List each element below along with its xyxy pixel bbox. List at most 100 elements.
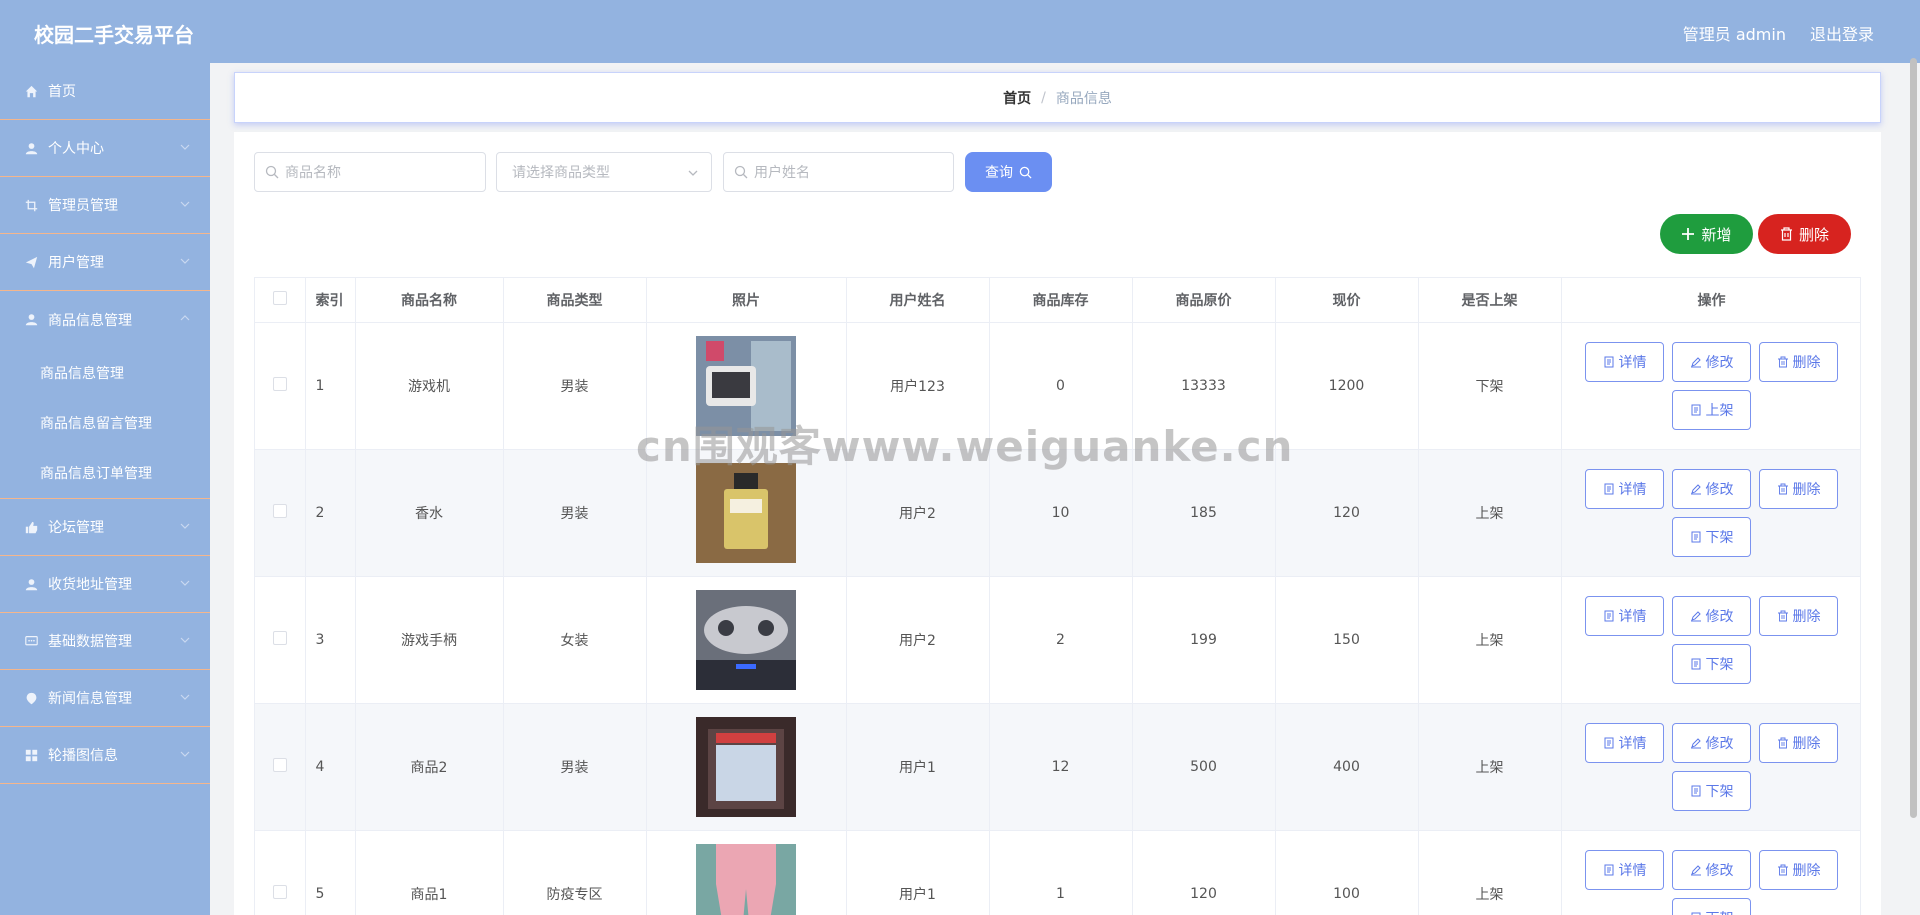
edit-icon [1690,864,1701,875]
operations-cell: 详情 修改 删除下架 [1561,576,1860,704]
goods-type-select[interactable]: 请选择商品类型 [496,152,712,192]
stock-cell: 2 [989,576,1133,704]
detail-label: 详情 [1618,354,1647,371]
detail-label: 详情 [1618,481,1647,498]
row-select-cell [255,830,306,915]
goods-name-cell: 游戏手柄 [355,576,504,704]
logout-link[interactable]: 退出登录 [1810,21,1874,45]
detail-button[interactable]: 详情 [1585,595,1664,636]
admin-label[interactable]: 管理员 admin [1683,21,1786,45]
edit-button[interactable]: 修改 [1672,849,1751,890]
sidebar-item-carousel[interactable]: 轮播图信息 [0,727,210,784]
table-row[interactable]: 3 游戏手柄 女装 用户2 2 199 150 上架 详情 修改 删除 下架 [255,576,1860,704]
sidebar-subitem-goods-comments[interactable]: 商品信息留言管理 [0,398,210,448]
edit-button[interactable]: 修改 [1672,341,1751,382]
goods-name-cell: 香水 [355,449,504,577]
select-all-cell [255,278,306,323]
detail-button[interactable]: 详情 [1585,468,1664,509]
product-photo [696,843,796,915]
sidebar-item-label: 基础数据管理 [48,634,132,650]
sidebar-item-home[interactable]: 首页 [0,63,210,120]
page-scrollbar[interactable] [1910,58,1917,818]
edit-button[interactable]: 修改 [1672,468,1751,509]
sidebar-item-base-data-management[interactable]: 基础数据管理 [0,613,210,670]
sidebar-item-news-management[interactable]: 新闻信息管理 [0,670,210,727]
batch-delete-button[interactable]: 删除 [1758,214,1851,254]
shelf-toggle-button[interactable]: 下架 [1672,897,1751,915]
delete-button[interactable]: 删除 [1759,595,1838,636]
trash-icon [1777,737,1788,748]
delete-button[interactable]: 删除 [1759,849,1838,890]
sidebar-item-goods-management[interactable]: 商品信息管理 [0,291,210,348]
product-photo [696,589,796,690]
delete-button[interactable]: 删除 [1759,341,1838,382]
goods-name-search-input[interactable]: 商品名称 [254,152,486,192]
original-price-cell: 500 [1132,703,1276,831]
row-checkbox[interactable] [272,503,287,518]
price-cell: 100 [1275,830,1419,915]
send-icon [24,255,38,269]
table-body: 1 游戏机 男装 用户123 0 13333 1200 下架 详情 修改 删除 上架 2 香水 男装 用户2 1… [255,322,1860,915]
breadcrumb-home[interactable]: 首页 [1003,88,1031,108]
row-select-cell [255,576,306,704]
goods-type-cell: 男装 [503,703,647,831]
location-icon [24,691,38,705]
document-icon [1691,531,1700,542]
add-button[interactable]: 新增 [1660,214,1753,254]
edit-button[interactable]: 修改 [1672,595,1751,636]
delete-label: 删除 [1792,354,1821,371]
breadcrumb-separator: / [1041,89,1046,106]
trash-icon [1777,864,1788,875]
search-icon [265,165,279,179]
detail-label: 详情 [1618,735,1647,752]
trash-icon [1777,483,1788,494]
user-name-cell: 用户1 [846,830,990,915]
shelf-toggle-label: 上架 [1705,402,1734,419]
edit-label: 修改 [1705,862,1734,879]
sidebar-item-address-management[interactable]: 收货地址管理 [0,556,210,613]
sidebar-subitem-goods-info[interactable]: 商品信息管理 [0,348,210,398]
sidebar-item-personal-center[interactable]: 个人中心 [0,120,210,177]
document-icon [1604,483,1613,494]
sidebar-item-admin-management[interactable]: 管理员管理 [0,177,210,234]
on-shelf-cell: 上架 [1418,703,1562,831]
query-button[interactable]: 查询 [965,152,1052,192]
row-checkbox[interactable] [272,630,287,645]
shelf-toggle-button[interactable]: 下架 [1672,643,1751,684]
detail-button[interactable]: 详情 [1585,722,1664,763]
photo-cell [646,576,847,704]
table-row[interactable]: 5商品1防疫专区 用户11120100上架 详情 修改 删除下架 [255,830,1860,915]
shelf-toggle-button[interactable]: 上架 [1672,389,1751,430]
shelf-toggle-button[interactable]: 下架 [1672,770,1751,811]
row-actions: 详情 修改 删除下架 [1582,722,1842,811]
goods-type-cell: 防疫专区 [503,830,647,915]
user-name-search-input[interactable]: 用户姓名 [723,152,954,192]
sidebar-item-forum-management[interactable]: 论坛管理 [0,499,210,556]
detail-label: 详情 [1618,608,1647,625]
sidebar-item-label: 个人中心 [48,141,104,157]
sidebar-item-label: 管理员管理 [48,198,118,214]
sidebar-item-user-management[interactable]: 用户管理 [0,234,210,291]
detail-button[interactable]: 详情 [1585,849,1664,890]
watermark: cn围观客www.weiguanke.cn [636,422,1294,471]
edit-button[interactable]: 修改 [1672,722,1751,763]
operations-cell: 详情 修改 删除上架 [1561,322,1860,450]
row-checkbox[interactable] [272,757,287,772]
delete-button[interactable]: 删除 [1759,468,1838,509]
shelf-toggle-button[interactable]: 下架 [1672,516,1751,557]
row-checkbox[interactable] [272,884,287,899]
detail-button[interactable]: 详情 [1585,341,1664,382]
sidebar-item-label: 首页 [48,84,76,100]
product-photo [696,716,796,817]
sidebar-subitem-goods-orders[interactable]: 商品信息订单管理 [0,448,210,498]
delete-label: 删除 [1792,735,1821,752]
row-checkbox[interactable] [272,376,287,391]
document-icon [1604,610,1613,621]
delete-button[interactable]: 删除 [1759,722,1838,763]
table-row[interactable]: 4 商品2 男装 用户1 12 500 400 上架 详情 修改 删除 下架 [255,703,1860,831]
shelf-toggle-label: 下架 [1705,529,1734,546]
select-all-checkbox[interactable] [272,290,287,305]
chevron-down-icon [180,751,190,757]
goods-name-placeholder: 商品名称 [285,165,341,181]
price-cell: 400 [1275,703,1419,831]
